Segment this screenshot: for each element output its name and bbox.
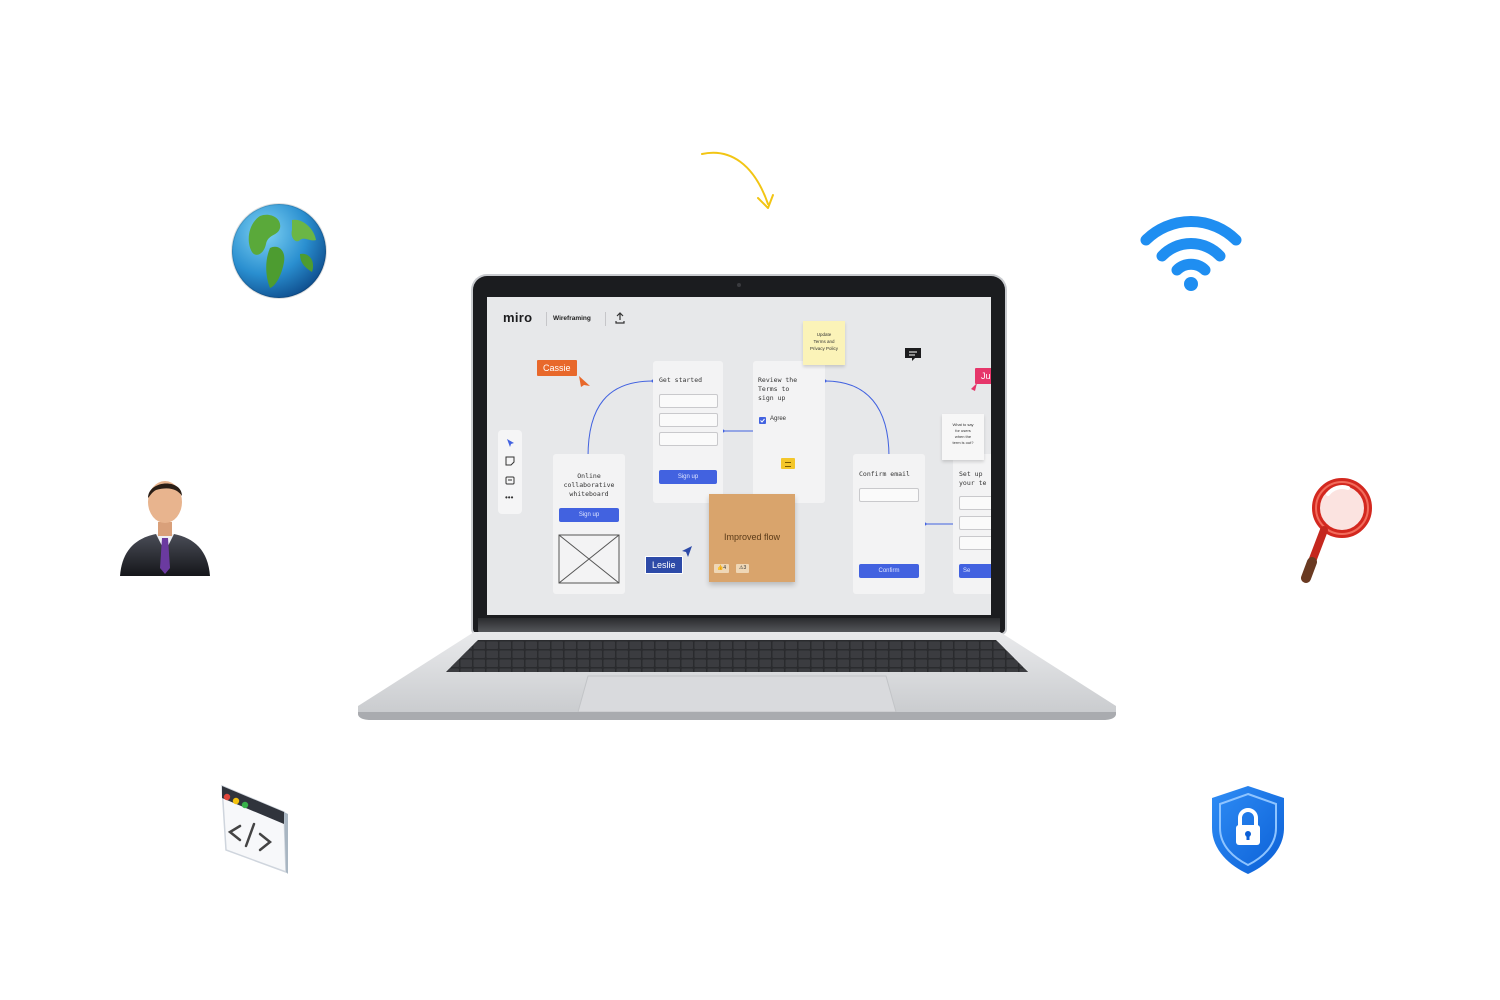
globe-icon [231,203,327,299]
cursor-cassie-icon [579,376,590,387]
frame-setup-title: Set up your te [959,470,987,487]
sticky-note-terms[interactable]: Update Terms and Privacy Policy [803,321,845,365]
laptop-screen: miro Wireframing ••• Online collaborativ… [487,297,991,615]
frame-get-started[interactable]: Get started Sign up [653,361,723,503]
shield-lock-icon [1212,786,1284,874]
laptop-keyboard-base [358,632,1116,720]
cursor-ju-icon [967,383,977,393]
checkmark-icon [760,418,765,423]
vote-badge[interactable]: 👍4 [714,564,730,573]
sticky-note-improved-text: Improved flow [723,532,781,542]
sticky-note-question-text: What to say for users when the term is o… [952,422,974,445]
text-field[interactable] [959,536,991,550]
cursor-label-leslie: Leslie [645,556,683,574]
cursor-leslie-icon [682,546,692,557]
landing-signup-button[interactable]: Sign up [559,508,619,522]
text-field[interactable] [959,516,991,530]
comment-marker-icon[interactable] [781,458,795,469]
text-field[interactable] [659,432,718,446]
frame-landing-title: Online collaborative whiteboard [563,472,615,498]
webcam [737,283,741,287]
frame-review-title: Review the Terms to sign up [758,376,798,402]
comment-marker-lines [785,462,791,467]
vote-badge[interactable]: ⚠3 [736,564,750,573]
frame-confirm-title: Confirm email [859,470,910,478]
cursor-label-cassie: Cassie [537,360,577,376]
frame-get-started-title: Get started [659,376,703,384]
frame-confirm-email[interactable]: Confirm email Confirm [853,454,925,594]
magnifier-icon [1301,478,1372,583]
frame-set-up[interactable]: Set up your te Se [953,454,991,594]
sticky-note-question[interactable]: What to say for users when the term is o… [942,414,984,460]
curved-arrow-icon [701,151,774,209]
text-field[interactable] [659,413,718,427]
sticky-note-improved-flow[interactable]: Improved flow 👍4 ⚠3 [709,494,795,582]
text-field[interactable] [659,394,718,408]
agree-checkbox[interactable] [759,417,766,424]
setup-button[interactable]: Se [959,564,991,578]
agree-checkbox-label: Agree [770,416,787,422]
vote-count: 4 [723,565,727,571]
sticky-note-terms-text: Update Terms and Privacy Policy [809,332,838,351]
code-window-icon [221,784,288,874]
frame-landing[interactable]: Online collaborative whiteboard Sign up [553,454,625,594]
vote-count: 3 [743,565,747,571]
wifi-icon [1140,216,1242,291]
image-placeholder-icon [558,534,620,584]
text-field[interactable] [959,496,991,510]
comment-icon[interactable] [903,346,923,363]
frame-review-terms[interactable]: Review the Terms to sign up Agree [753,361,825,503]
confirm-button[interactable]: Confirm [859,564,919,578]
email-code-field[interactable] [859,488,919,502]
get-started-signup-button[interactable]: Sign up [659,470,717,484]
businessman-icon [120,481,210,576]
